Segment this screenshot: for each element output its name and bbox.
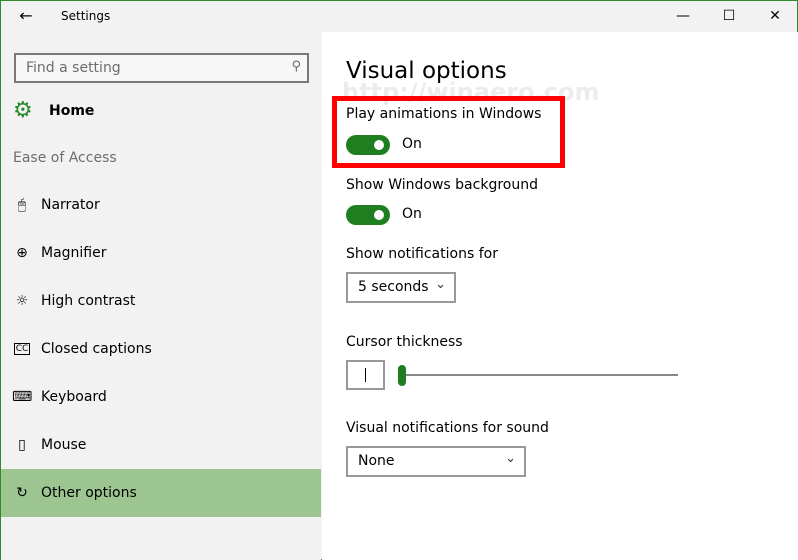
home-link[interactable]: ⚙ Home <box>13 98 94 123</box>
sidebar-item-other-options[interactable]: ↻ Other options <box>1 469 321 517</box>
sidebar-item-high-contrast[interactable]: ☼ High contrast <box>1 277 321 325</box>
show-background-state: On <box>402 206 422 222</box>
sidebar-item-magnifier[interactable]: ⊕ Magnifier <box>1 229 321 277</box>
notifications-label: Show notifications for <box>346 246 498 262</box>
sidebar-item-label: Narrator <box>41 197 100 213</box>
window-title: Settings <box>61 9 111 23</box>
sidebar: Find a setting ⚲ ⚙ Home Ease of Access 🖱… <box>1 32 321 560</box>
sidebar-item-closed-captions[interactable]: CC Closed captions <box>1 325 321 373</box>
play-animations-state: On <box>402 136 422 152</box>
sidebar-item-mouse[interactable]: ▯ Mouse <box>1 421 321 469</box>
search-icon[interactable]: ⚲ <box>291 59 301 74</box>
cursor-thickness-slider-thumb[interactable] <box>398 365 406 386</box>
close-button[interactable]: ✕ <box>752 1 798 32</box>
notifications-dropdown[interactable]: 5 seconds ⌄ <box>346 272 456 303</box>
page-title: Visual options <box>346 58 507 84</box>
home-label: Home <box>49 102 95 119</box>
dropdown-value: 5 seconds <box>358 279 429 295</box>
play-animations-toggle[interactable] <box>346 135 390 155</box>
cursor-thickness-label: Cursor thickness <box>346 334 463 350</box>
settings-window: ← Settings — ☐ ✕ Find a setting ⚲ ⚙ Home… <box>0 0 798 560</box>
title-bar: ← Settings — ☐ ✕ <box>1 1 797 32</box>
sidebar-item-label: Other options <box>41 485 137 501</box>
content-pane: http://winaero.com Visual options Play a… <box>322 32 798 560</box>
sound-notifications-label: Visual notifications for sound <box>346 420 549 436</box>
back-arrow-icon[interactable]: ← <box>15 6 37 25</box>
high-contrast-icon: ☼ <box>15 293 29 309</box>
section-heading: Ease of Access <box>13 150 117 166</box>
show-background-label: Show Windows background <box>346 177 538 193</box>
sidebar-item-label: Mouse <box>41 437 87 453</box>
search-placeholder: Find a setting <box>26 60 121 76</box>
chevron-down-icon: ⌄ <box>505 451 516 466</box>
other-options-icon: ↻ <box>16 485 28 501</box>
dropdown-value: None <box>358 453 395 469</box>
sound-notifications-dropdown[interactable]: None ⌄ <box>346 446 526 477</box>
minimize-button[interactable]: — <box>660 1 706 32</box>
sidebar-item-narrator[interactable]: 🖱 Narrator <box>1 181 321 229</box>
show-background-toggle[interactable] <box>346 205 390 225</box>
search-input[interactable]: Find a setting ⚲ <box>14 53 309 83</box>
sidebar-item-label: Magnifier <box>41 245 107 261</box>
sidebar-item-label: Keyboard <box>41 389 107 405</box>
sidebar-item-label: Closed captions <box>41 341 152 357</box>
keyboard-icon: ⌨ <box>12 389 33 405</box>
chevron-down-icon: ⌄ <box>435 277 446 292</box>
gear-icon: ⚙ <box>13 98 33 123</box>
cursor-preview <box>346 360 385 390</box>
cursor-thickness-slider-track[interactable] <box>400 374 678 376</box>
closed-captions-icon: CC <box>14 343 30 355</box>
play-animations-label: Play animations in Windows <box>346 106 542 122</box>
maximize-button[interactable]: ☐ <box>706 1 752 32</box>
sidebar-item-label: High contrast <box>41 293 136 309</box>
narrator-icon: 🖱 <box>17 197 27 213</box>
magnifier-icon: ⊕ <box>16 245 28 261</box>
sidebar-item-keyboard[interactable]: ⌨ Keyboard <box>1 373 321 421</box>
mouse-icon: ▯ <box>18 437 26 453</box>
